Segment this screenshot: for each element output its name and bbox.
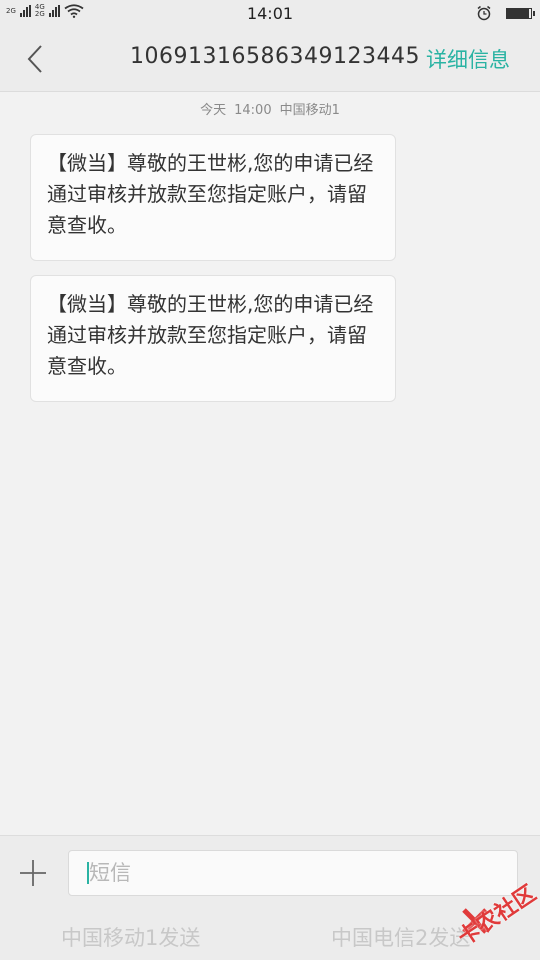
status-right <box>476 5 535 21</box>
details-button[interactable]: 详细信息 <box>426 44 510 74</box>
text-cursor <box>87 862 89 884</box>
timestamp-day: 今天 <box>200 103 227 118</box>
message-bubble[interactable]: 【微当】尊敬的王世彬,您的申请已经通过审核并放款至您指定账户，请留意查收。 <box>30 275 396 402</box>
timestamp-carrier: 中国移动1 <box>279 103 340 118</box>
add-attachment-button[interactable] <box>18 858 48 888</box>
watermark-logo: 卡农社区 <box>432 880 540 951</box>
sender-number: 1069131658634912​3445 <box>130 44 420 69</box>
status-bar: 2G 4G 2G 14:01 <box>0 0 540 28</box>
chevron-left-icon <box>27 45 42 73</box>
message-timestamp: 今天 14:00 中国移动1 <box>0 99 540 118</box>
status-time: 14:01 <box>246 4 294 23</box>
timestamp-time: 14:00 <box>234 103 272 118</box>
alarm-clock-icon <box>477 5 491 21</box>
message-bubble[interactable]: 【微当】尊敬的王世彬,您的申请已经通过审核并放款至您指定账户，请留意查收。 <box>30 134 396 261</box>
back-button[interactable] <box>18 42 52 76</box>
conversation-header: 1069131658634912​3445 详细信息 <box>0 28 540 92</box>
battery-icon <box>506 7 535 19</box>
send-sim1-button[interactable]: 中国移动1发送 <box>61 922 200 952</box>
battery-fill <box>507 8 529 18</box>
